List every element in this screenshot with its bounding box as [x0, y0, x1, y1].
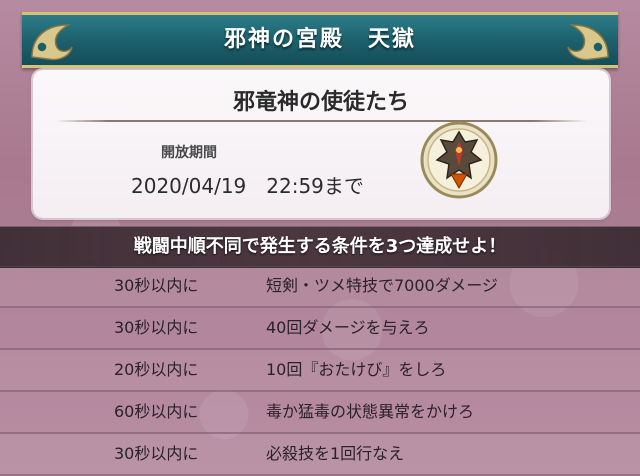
condition-row: 60秒以内に 毒か猛毒の状態異常をかけろ	[0, 392, 640, 434]
dungeon-info-card: 邪竜神の使徒たち 開放期間 2020/04/19 22:59まで	[33, 70, 609, 218]
condition-row: 30秒以内に 短剣・ツメ特技で7000ダメージ	[0, 266, 640, 308]
condition-row: 20秒以内に 10回『おたけび』をしろ	[0, 350, 640, 392]
period-value: 2020/04/19 22:59まで	[131, 174, 364, 198]
condition-task: 必殺技を1回行なえ	[266, 444, 405, 463]
condition-time: 60秒以内に	[114, 402, 199, 421]
ornament-right-icon	[567, 24, 609, 61]
condition-time: 30秒以内に	[114, 444, 199, 463]
condition-row: 30秒以内に 40回ダメージを与えろ	[0, 308, 640, 350]
condition-time: 20秒以内に	[114, 360, 199, 379]
header-banner: 邪神の宮殿 天獄	[22, 12, 618, 68]
page-title: 邪神の宮殿 天獄	[223, 27, 416, 52]
instruction-text: 戦闘中順不同で発生する条件を3つ達成せよ！	[133, 236, 507, 257]
boss-emblem-icon	[420, 121, 498, 199]
condition-task: 毒か猛毒の状態異常をかけろ	[266, 402, 475, 421]
condition-task: 10回『おたけび』をしろ	[266, 360, 447, 379]
condition-row: 30秒以内に 必殺技を1回行なえ	[0, 434, 640, 476]
condition-time: 30秒以内に	[114, 276, 199, 295]
card-divider	[55, 120, 587, 122]
dungeon-name: 邪竜神の使徒たち	[232, 90, 409, 115]
condition-task: 短剣・ツメ特技で7000ダメージ	[266, 276, 498, 295]
period-label: 開放期間	[161, 145, 217, 161]
instruction-bar: 戦闘中順不同で発生する条件を3つ達成せよ！	[0, 226, 640, 268]
condition-list: 30秒以内に 短剣・ツメ特技で7000ダメージ 30秒以内に 40回ダメージを与…	[0, 266, 640, 476]
condition-task: 40回ダメージを与えろ	[266, 318, 430, 337]
condition-time: 30秒以内に	[114, 318, 199, 337]
